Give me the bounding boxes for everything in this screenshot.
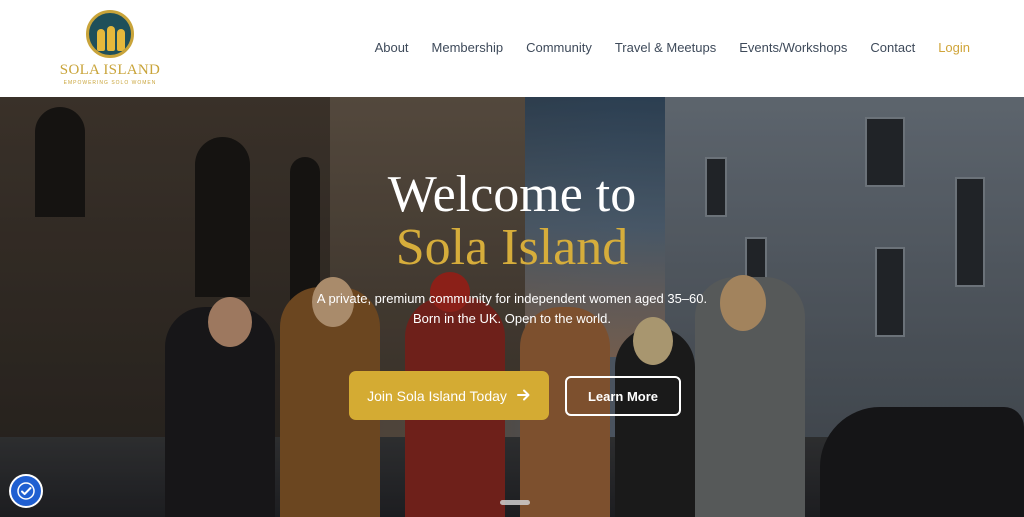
main-nav: About Membership Community Travel & Meet… — [352, 40, 970, 55]
arrow-right-icon — [516, 388, 531, 404]
learn-more-label: Learn More — [587, 388, 659, 404]
nav-community[interactable]: Community — [526, 40, 592, 55]
nav-travel-meetups[interactable]: Travel & Meetups — [615, 40, 716, 55]
hero-subtitle-line2: Born in the UK. Open to the world. — [413, 311, 611, 326]
logo-name: SOLA ISLAND — [59, 62, 161, 78]
nav-login[interactable]: Login — [938, 40, 970, 55]
hero-subtitle-line1: A private, premium community for indepen… — [316, 291, 708, 306]
hero-section: Welcome to Sola Island A private, premiu… — [0, 97, 1024, 517]
nav-about[interactable]: About — [375, 40, 409, 55]
accessibility-icon[interactable] — [9, 474, 43, 508]
hero-title-line1: Welcome to — [387, 166, 637, 223]
hero-title-line2: Sola Island — [395, 219, 629, 276]
slider-indicator[interactable] — [500, 500, 530, 505]
logo-tagline: EMPOWERING SOLO WOMEN — [63, 80, 157, 86]
logo-badge-icon — [86, 10, 134, 58]
join-button[interactable]: Join Sola Island Today — [349, 371, 549, 420]
nav-contact[interactable]: Contact — [870, 40, 915, 55]
site-header: SOLA ISLAND EMPOWERING SOLO WOMEN About … — [0, 0, 1024, 97]
logo[interactable]: SOLA ISLAND EMPOWERING SOLO WOMEN — [58, 10, 162, 90]
nav-membership[interactable]: Membership — [432, 40, 504, 55]
nav-events-workshops[interactable]: Events/Workshops — [739, 40, 847, 55]
learn-more-button[interactable]: Learn More — [565, 376, 681, 416]
join-button-label: Join Sola Island Today — [367, 387, 507, 404]
